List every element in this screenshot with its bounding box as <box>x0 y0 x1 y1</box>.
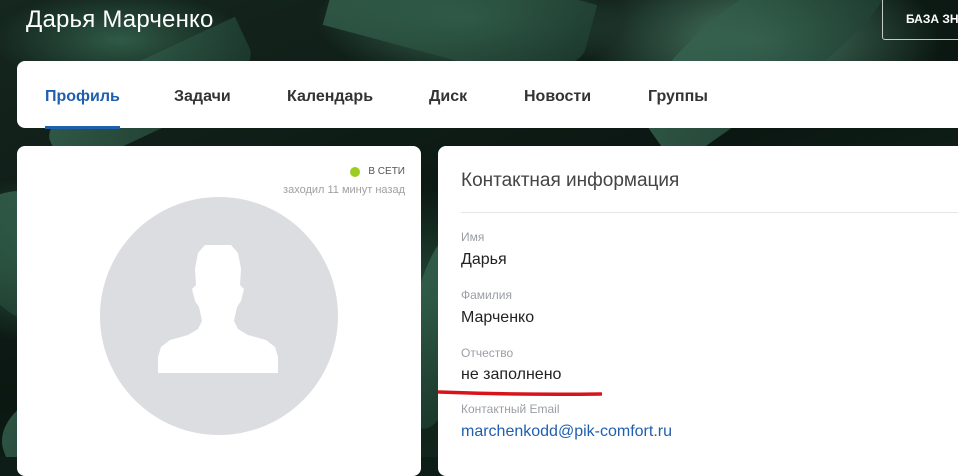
patronymic-label: Отчество <box>461 346 514 360</box>
first-name-value: Дарья <box>461 251 507 268</box>
patronymic-value: не заполнено <box>461 366 562 383</box>
page-title: Дарья Марченко <box>26 6 214 33</box>
tab-disk[interactable]: Диск <box>429 61 467 128</box>
profile-nav: Профиль Задачи Календарь Диск Новости Гр… <box>17 61 958 129</box>
first-name-label: Имя <box>461 230 485 244</box>
online-dot-icon <box>350 166 361 177</box>
status-label: В СЕТИ <box>368 166 405 177</box>
tab-profile[interactable]: Профиль <box>45 61 120 129</box>
contact-section-title: Контактная информация <box>461 170 680 191</box>
tab-news[interactable]: Новости <box>524 61 591 128</box>
section-divider <box>461 212 958 213</box>
tab-groups[interactable]: Группы <box>648 61 708 128</box>
red-annotation-underline <box>438 390 602 396</box>
contact-info-card: Контактная информация Имя Дарья Фамилия … <box>438 146 958 476</box>
knowledge-base-button[interactable]: БАЗА ЗН <box>882 0 958 40</box>
last-name-value: Марченко <box>461 309 535 326</box>
profile-card: В СЕТИ заходил 11 минут назад <box>17 146 421 476</box>
last-name-label: Фамилия <box>461 288 512 302</box>
user-silhouette-icon <box>158 245 278 373</box>
avatar[interactable] <box>100 197 338 435</box>
tab-calendar[interactable]: Календарь <box>287 61 373 128</box>
last-seen-text: заходил 11 минут назад <box>283 184 405 196</box>
email-link[interactable]: marchenkodd@pik-comfort.ru <box>461 423 672 441</box>
online-status: В СЕТИ <box>350 166 405 177</box>
tab-tasks[interactable]: Задачи <box>174 61 231 128</box>
email-label: Контактный Email <box>461 402 560 416</box>
